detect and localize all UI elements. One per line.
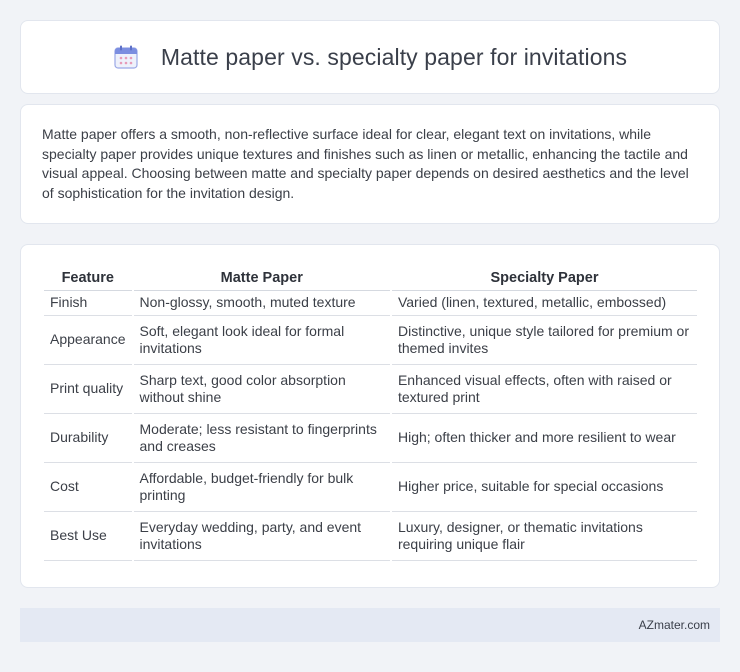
title-card: Matte paper vs. specialty paper for invi… (20, 20, 720, 94)
table-row: Cost Affordable, budget-friendly for bul… (44, 463, 697, 512)
calendar-icon (113, 44, 139, 70)
specialty-cell: Luxury, designer, or thematic invitation… (391, 512, 697, 561)
table-row: Print quality Sharp text, good color abs… (44, 365, 697, 414)
feature-cell: Appearance (44, 316, 132, 365)
table-row: Finish Non-glossy, smooth, muted texture… (44, 291, 697, 316)
page-title: Matte paper vs. specialty paper for invi… (160, 43, 628, 70)
feature-cell: Print quality (44, 365, 132, 414)
feature-cell: Best Use (44, 512, 132, 561)
footer-brand: AZmater.com (638, 618, 710, 632)
specialty-cell: High; often thicker and more resilient t… (391, 414, 697, 463)
specialty-cell: Varied (linen, textured, metallic, embos… (391, 291, 697, 316)
matte-cell: Everyday wedding, party, and event invit… (133, 512, 390, 561)
matte-cell: Soft, elegant look ideal for formal invi… (133, 316, 390, 365)
intro-paragraph: Matte paper offers a smooth, non-reflect… (42, 126, 689, 201)
specialty-cell: Higher price, suitable for special occas… (391, 463, 697, 512)
matte-cell: Sharp text, good color absorption withou… (133, 365, 390, 414)
intro-card: Matte paper offers a smooth, non-reflect… (20, 104, 720, 224)
specialty-cell: Enhanced visual effects, often with rais… (391, 365, 697, 414)
feature-cell: Durability (44, 414, 132, 463)
matte-cell: Moderate; less resistant to fingerprints… (133, 414, 390, 463)
matte-cell: Non-glossy, smooth, muted texture (133, 291, 390, 316)
table-row: Best Use Everyday wedding, party, and ev… (44, 512, 697, 561)
specialty-cell: Distinctive, unique style tailored for p… (391, 316, 697, 365)
footer-bar: AZmater.com (20, 608, 720, 642)
comparison-table: Feature Matte Paper Specialty Paper Fini… (42, 265, 699, 561)
header-specialty-paper: Specialty Paper (391, 265, 697, 291)
table-row: Appearance Soft, elegant look ideal for … (44, 316, 697, 365)
feature-cell: Cost (44, 463, 132, 512)
comparison-table-card: Feature Matte Paper Specialty Paper Fini… (20, 244, 720, 588)
feature-cell: Finish (44, 291, 132, 316)
header-feature: Feature (44, 265, 132, 291)
matte-cell: Affordable, budget-friendly for bulk pri… (133, 463, 390, 512)
header-matte-paper: Matte Paper (133, 265, 390, 291)
table-row: Durability Moderate; less resistant to f… (44, 414, 697, 463)
